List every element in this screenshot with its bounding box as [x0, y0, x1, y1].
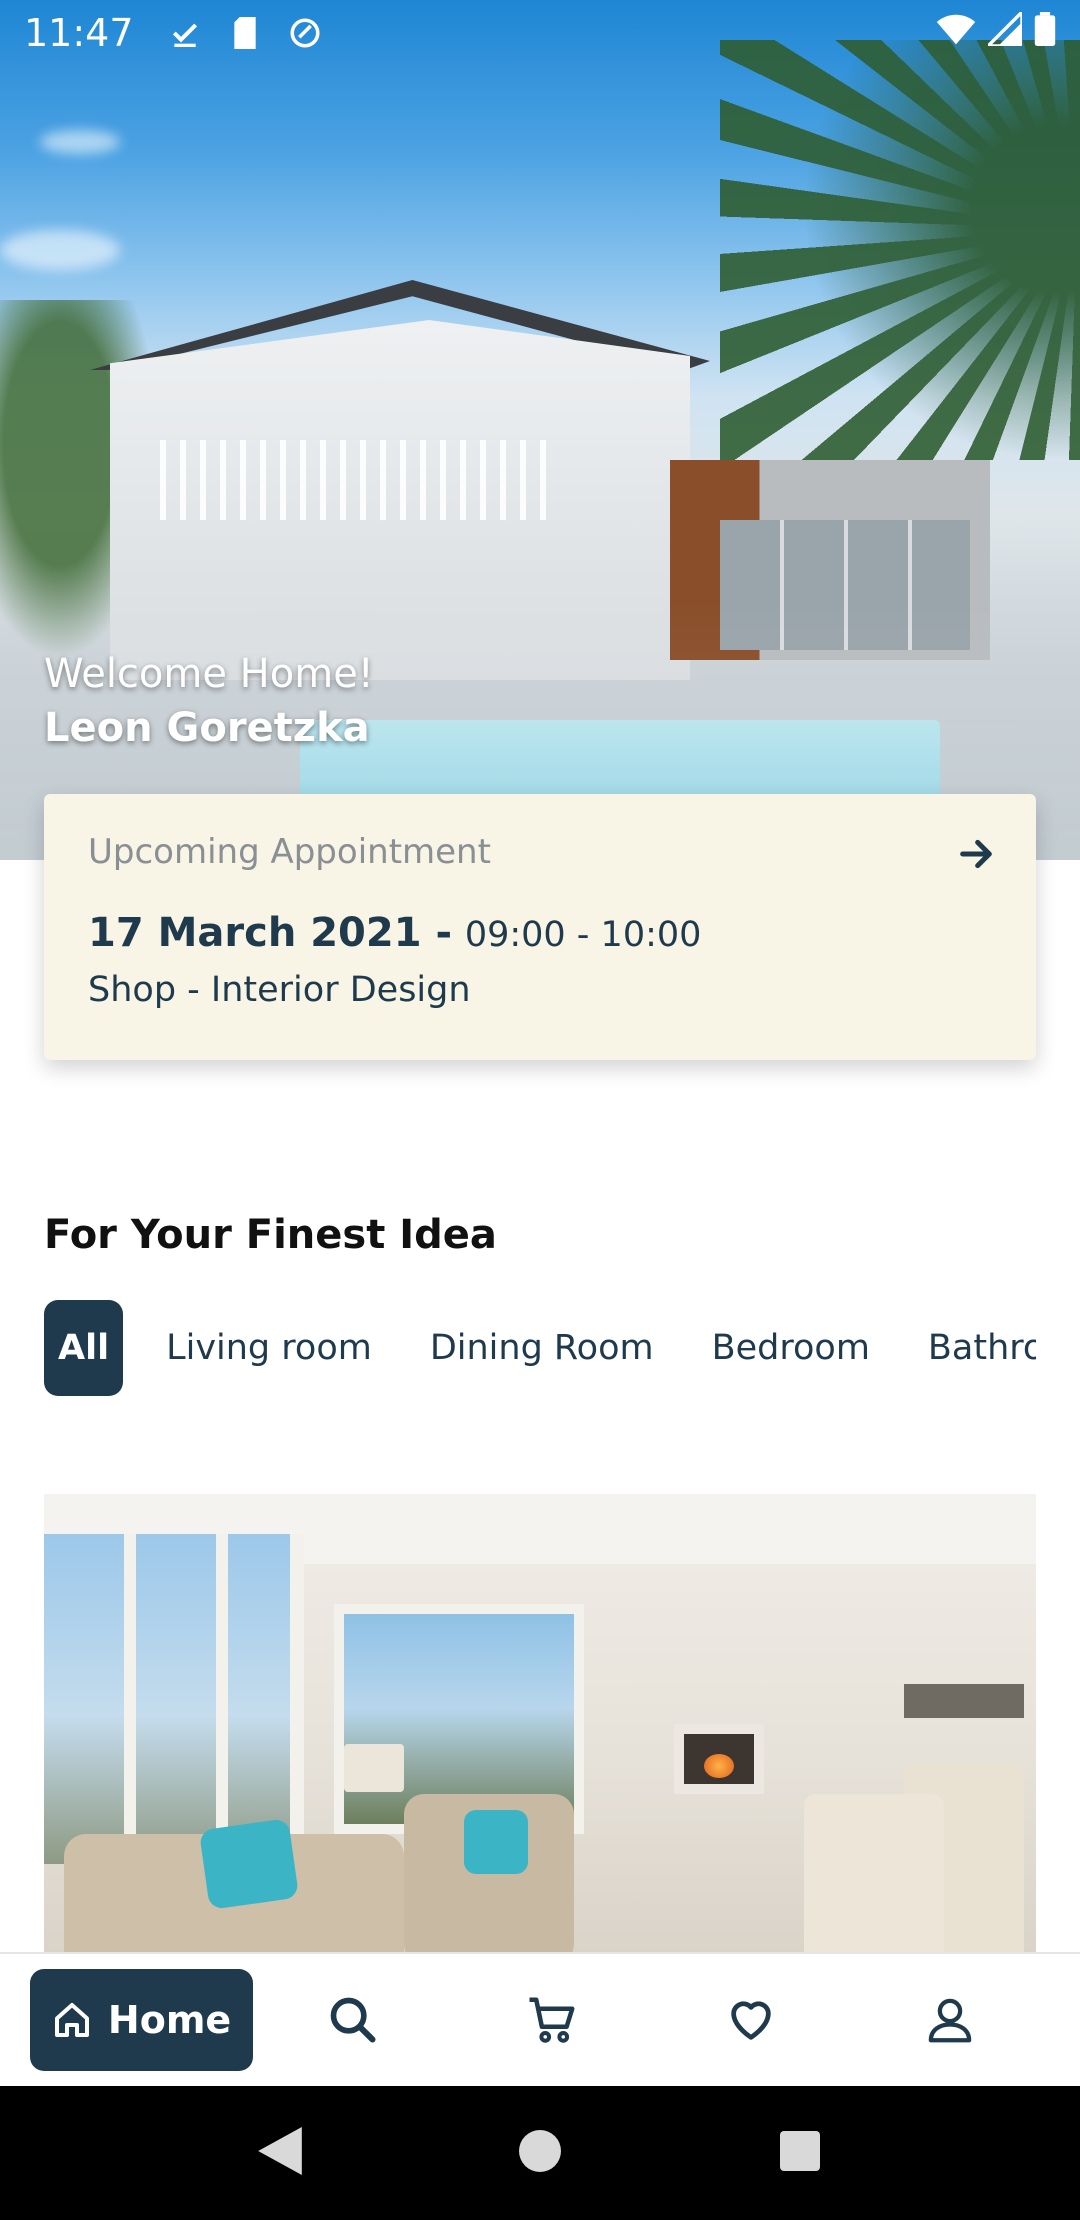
- nav-profile-button[interactable]: [851, 1969, 1050, 2071]
- appointment-time: 09:00 - 10:00: [464, 915, 702, 955]
- back-triangle-icon: [258, 2127, 302, 2179]
- living-room-image[interactable]: [44, 1494, 1036, 1954]
- cell-signal-icon: [983, 7, 1024, 55]
- system-navigation-bar: [0, 2086, 1080, 2220]
- nav-cart-button[interactable]: [452, 1969, 651, 2071]
- welcome-block: Welcome Home! Leon Goretzka: [44, 650, 374, 754]
- back-button[interactable]: [240, 2113, 320, 2193]
- category-chip-bedroom[interactable]: Bedroom: [683, 1300, 899, 1396]
- welcome-text: Welcome Home!: [44, 651, 374, 697]
- sync-icon: [288, 16, 322, 50]
- status-right-icons: [936, 7, 1056, 55]
- download-done-icon: [168, 16, 202, 50]
- cart-icon: [525, 1993, 579, 2047]
- search-icon: [327, 1994, 379, 2046]
- home-circle-icon: [519, 2130, 561, 2176]
- home-icon: [52, 2000, 92, 2040]
- category-chip-living-room[interactable]: Living room: [137, 1300, 401, 1396]
- sd-card-icon: [228, 16, 262, 50]
- arrow-right-icon[interactable]: [956, 834, 996, 874]
- battery-icon: [1034, 11, 1056, 55]
- user-name: Leon Goretzka: [44, 705, 370, 751]
- home-system-button[interactable]: [500, 2113, 580, 2193]
- recents-button[interactable]: [760, 2113, 840, 2193]
- status-time: 11:47: [24, 11, 134, 55]
- section-title: For Your Finest Idea: [44, 1212, 497, 1258]
- category-chip-dining-room[interactable]: Dining Room: [401, 1300, 683, 1396]
- heart-icon: [725, 1994, 777, 2046]
- nav-home-button[interactable]: Home: [30, 1969, 254, 2071]
- nav-favorites-button[interactable]: [652, 1969, 851, 2071]
- nav-search-button[interactable]: [253, 1969, 452, 2071]
- profile-icon: [923, 1993, 977, 2047]
- category-tabs: All Living room Dining Room Bedroom Bath…: [44, 1300, 1036, 1396]
- appointment-label: Upcoming Appointment: [88, 832, 491, 872]
- wifi-icon: [936, 11, 976, 55]
- bottom-navigation: Home: [0, 1952, 1080, 2086]
- nav-home-label: Home: [107, 1998, 232, 2042]
- recents-square-icon: [780, 2131, 820, 2175]
- appointment-date: 17 March 2021 -: [88, 910, 453, 956]
- category-chip-bathroom[interactable]: Bathroom: [899, 1300, 1036, 1396]
- upcoming-appointment-card[interactable]: Upcoming Appointment 17 March 2021 - 09:…: [44, 794, 1036, 1060]
- status-bar: 11:47: [0, 0, 1080, 66]
- category-chip-all[interactable]: All: [44, 1300, 124, 1396]
- appointment-place: Shop - Interior Design: [88, 970, 471, 1010]
- appointment-datetime: 17 March 2021 - 09:00 - 10:00: [88, 910, 992, 956]
